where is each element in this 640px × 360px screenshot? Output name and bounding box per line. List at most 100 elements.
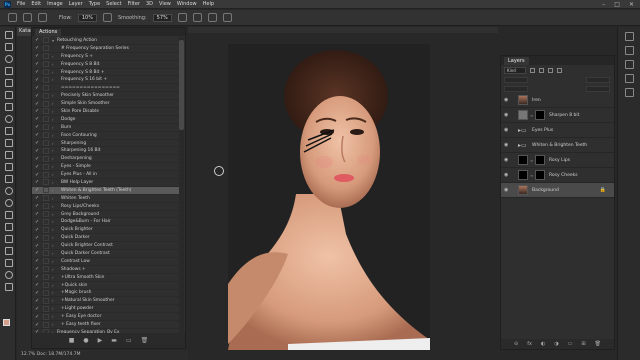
action-item[interactable]: ✓ › + Easy Eye doctor bbox=[32, 313, 180, 322]
expand-chevron-icon[interactable]: › bbox=[52, 251, 57, 256]
visibility-eye-icon[interactable]: ◉ bbox=[504, 142, 512, 148]
menu-select[interactable]: Select bbox=[106, 1, 121, 7]
expand-chevron-icon[interactable]: › bbox=[52, 70, 57, 75]
action-item[interactable]: ✓ › Frequency S 8 Bit bbox=[32, 61, 180, 69]
history-brush-tool-icon[interactable] bbox=[3, 149, 13, 159]
action-toggle-check-icon[interactable]: ✓ bbox=[35, 250, 41, 256]
action-item[interactable]: ✓ › +Magic brush bbox=[32, 289, 180, 298]
expand-chevron-icon[interactable]: › bbox=[52, 125, 57, 130]
expand-chevron-icon[interactable]: › bbox=[52, 62, 57, 67]
action-item[interactable]: ✓ › + Easy teeth fixer bbox=[32, 321, 180, 329]
action-item[interactable]: ✓ › Grey Background bbox=[32, 211, 180, 219]
menu-help[interactable]: Help bbox=[203, 1, 214, 7]
filter-shape-icon[interactable] bbox=[557, 67, 562, 73]
airbrush-icon[interactable] bbox=[102, 13, 112, 22]
menu-view[interactable]: View bbox=[159, 1, 171, 7]
action-dialog-toggle[interactable] bbox=[43, 140, 49, 147]
action-toggle-check-icon[interactable]: ✓ bbox=[35, 37, 41, 43]
hand-tool-icon[interactable] bbox=[3, 257, 13, 267]
pressure-icon[interactable] bbox=[207, 13, 217, 22]
adjustments-panel-icon[interactable] bbox=[624, 60, 634, 69]
action-dialog-toggle[interactable] bbox=[43, 211, 49, 218]
expand-chevron-icon[interactable]: › bbox=[52, 275, 57, 280]
foreground-color-swatch[interactable] bbox=[3, 319, 10, 326]
action-dialog-toggle[interactable] bbox=[43, 37, 49, 44]
layer-mask-thumbnail[interactable] bbox=[535, 155, 545, 165]
move-tool-icon[interactable] bbox=[3, 29, 13, 39]
action-toggle-check-icon[interactable]: ✓ bbox=[35, 203, 41, 209]
action-toggle-check-icon[interactable]: ✓ bbox=[35, 132, 41, 138]
action-dialog-toggle[interactable] bbox=[43, 84, 49, 91]
play-icon[interactable]: ▶ bbox=[98, 337, 103, 344]
path-select-tool-icon[interactable] bbox=[3, 233, 13, 243]
lock-options[interactable] bbox=[504, 85, 528, 92]
expand-chevron-icon[interactable]: › bbox=[52, 133, 57, 138]
gradient-tool-icon[interactable] bbox=[3, 173, 13, 183]
action-item[interactable]: ✓ › Whiten Teeth bbox=[32, 195, 180, 203]
action-toggle-check-icon[interactable]: ✓ bbox=[35, 45, 41, 51]
action-dialog-toggle[interactable] bbox=[43, 124, 49, 131]
action-item[interactable]: ✓ ================ bbox=[32, 84, 180, 93]
adjustment-layer-icon[interactable]: ◑ bbox=[554, 341, 558, 347]
actions-scrollbar[interactable] bbox=[179, 37, 184, 333]
expand-chevron-icon[interactable]: › bbox=[52, 298, 57, 303]
layer-thumbnail[interactable] bbox=[518, 170, 528, 180]
expand-chevron-icon[interactable]: › bbox=[52, 77, 57, 82]
expand-chevron-icon[interactable]: › bbox=[52, 172, 57, 177]
action-dialog-toggle[interactable] bbox=[43, 69, 49, 75]
opacity-input[interactable] bbox=[586, 76, 610, 83]
action-dialog-toggle[interactable] bbox=[43, 313, 49, 320]
frame-tool-icon[interactable] bbox=[3, 89, 13, 99]
menu-type[interactable]: Type bbox=[89, 1, 100, 7]
mode-icon[interactable] bbox=[38, 13, 47, 22]
zoom-tool-icon[interactable] bbox=[3, 269, 13, 279]
layer-row[interactable]: ◉ ∞ Sharpen 8 bit bbox=[501, 108, 614, 123]
actions-scroll-thumb[interactable] bbox=[179, 40, 184, 130]
action-item[interactable]: ✓ › Dodge bbox=[32, 116, 180, 124]
action-item[interactable]: ✓ › Quick Darker bbox=[32, 234, 180, 243]
action-toggle-check-icon[interactable]: ✓ bbox=[35, 61, 41, 67]
ps-logo-icon[interactable]: Ps bbox=[4, 0, 11, 8]
pen-tool-icon[interactable] bbox=[3, 209, 13, 219]
action-item[interactable]: ✓ › Eyes - Simple bbox=[32, 163, 180, 172]
actions-tab[interactable]: Actions bbox=[35, 28, 62, 36]
expand-chevron-icon[interactable]: › bbox=[52, 259, 57, 264]
expand-chevron-icon[interactable]: › bbox=[52, 109, 57, 114]
document-image[interactable] bbox=[228, 44, 430, 350]
layer-row[interactable]: ◉ ∞ Rosy Lips bbox=[501, 153, 614, 168]
properties-panel-icon[interactable] bbox=[624, 74, 634, 83]
action-dialog-toggle[interactable] bbox=[43, 289, 49, 296]
action-item[interactable]: ✓ › Quick Brighter bbox=[32, 226, 180, 235]
expand-chevron-icon[interactable]: › bbox=[52, 101, 57, 106]
fill-input[interactable] bbox=[586, 85, 610, 92]
expand-chevron-icon[interactable]: › bbox=[52, 306, 57, 311]
action-item[interactable]: ✓ › Sharpening bbox=[32, 140, 180, 148]
expand-chevron-icon[interactable]: › bbox=[52, 148, 57, 153]
action-toggle-check-icon[interactable]: ✓ bbox=[35, 53, 41, 59]
delete-layer-icon[interactable]: 🗑 bbox=[595, 341, 601, 347]
action-item[interactable]: ✓ › Frequency S + bbox=[32, 53, 180, 61]
action-dialog-toggle[interactable] bbox=[43, 305, 49, 312]
menu-3d[interactable]: 3D bbox=[146, 1, 153, 7]
brush-preset-icon[interactable] bbox=[8, 13, 17, 22]
action-toggle-check-icon[interactable]: ✓ bbox=[35, 172, 41, 178]
action-toggle-check-icon[interactable]: ✓ bbox=[35, 306, 41, 312]
action-dialog-toggle[interactable] bbox=[43, 53, 49, 60]
swatches-panel-icon[interactable] bbox=[624, 46, 634, 55]
expand-chevron-icon[interactable]: › bbox=[52, 188, 57, 193]
clone-stamp-tool-icon[interactable] bbox=[3, 137, 13, 147]
action-toggle-check-icon[interactable]: ✓ bbox=[35, 156, 41, 162]
action-item[interactable]: ✓ › Frequency S 16 bit + bbox=[32, 76, 180, 85]
expand-chevron-icon[interactable]: › bbox=[52, 180, 57, 185]
filter-type-icon[interactable] bbox=[548, 67, 553, 73]
lasso-tool-icon[interactable] bbox=[3, 53, 13, 63]
menu-edit[interactable]: Edit bbox=[31, 1, 41, 7]
expand-chevron-icon[interactable]: › bbox=[52, 212, 57, 217]
action-dialog-toggle[interactable] bbox=[43, 132, 49, 139]
smoothing-gear-icon[interactable] bbox=[177, 13, 187, 22]
menu-layer[interactable]: Layer bbox=[69, 1, 83, 7]
action-dialog-toggle[interactable] bbox=[43, 171, 49, 178]
expand-chevron-icon[interactable]: › bbox=[52, 164, 57, 169]
new-layer-icon[interactable]: ⊞ bbox=[581, 341, 585, 347]
action-dialog-toggle[interactable] bbox=[43, 242, 49, 249]
